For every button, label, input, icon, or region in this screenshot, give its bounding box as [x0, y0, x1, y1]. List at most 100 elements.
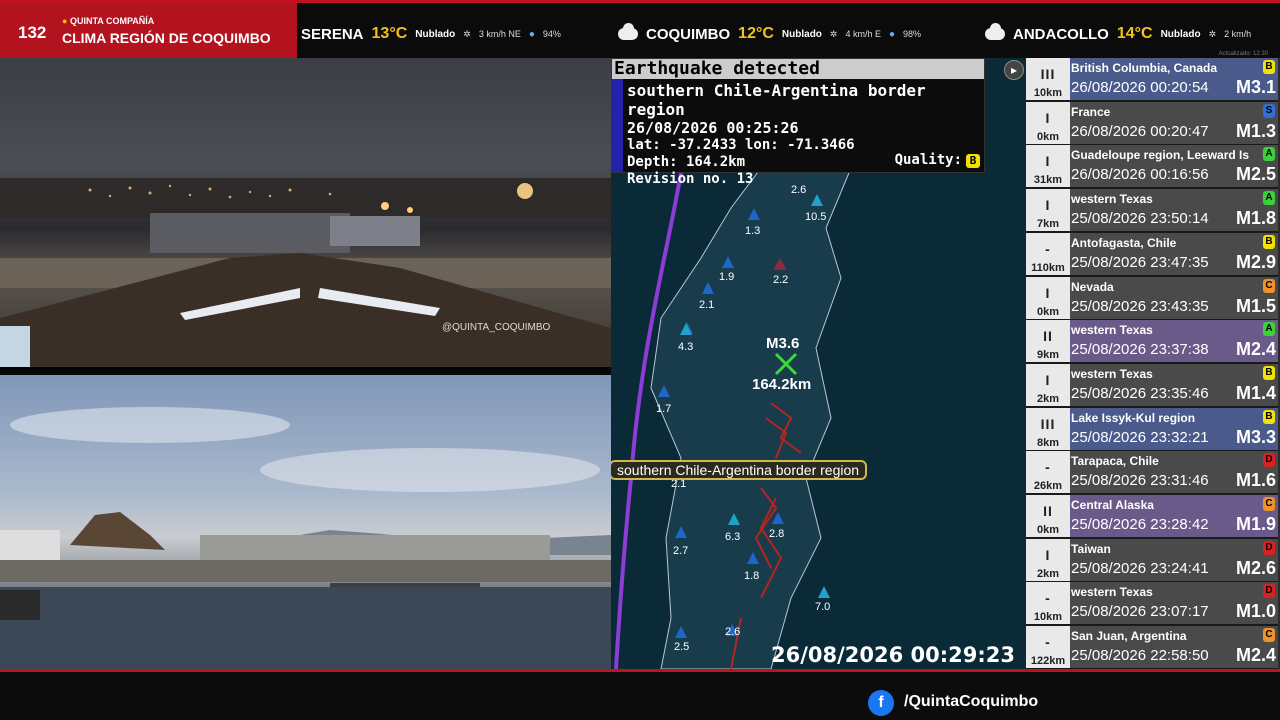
quake-magnitude: M1.9 [1235, 514, 1276, 534]
camera-feed-harbor [0, 375, 611, 669]
quake-place: Guadeloupe region, Leeward Isl... [1071, 148, 1249, 163]
intensity-level: I [1045, 284, 1051, 301]
quake-row[interactable]: I 2km western Texas 25/08/2026 23:35:46 M1.4… [1026, 363, 1278, 408]
intensity-box: I 0km [1026, 101, 1070, 144]
quake-magnitude: M1.6 [1235, 470, 1276, 491]
quake-row[interactable]: I 0km Nevada 25/08/2026 23:43:35 M1.5 C [1026, 276, 1278, 321]
brand-title: CLIMA REGIÓN DE COQUIMBO [62, 30, 271, 46]
city-temp: 13°C [371, 25, 408, 42]
quake-row[interactable]: I 2km Taiwan 25/08/2026 23:24:41 M2.6 D [1026, 538, 1278, 583]
quake-place: San Juan, Argentina [1071, 629, 1187, 644]
intensity-box: II 0km [1026, 495, 1070, 537]
quake-time: 25/08/2026 23:37:38 [1071, 341, 1209, 359]
cloud-icon [985, 23, 1005, 40]
quake-depth: 110km [1031, 261, 1065, 274]
quake-magnitude: M3.3 [1235, 426, 1276, 447]
alert-region: southern Chile-Argentina border region [627, 81, 926, 119]
station-label: 1.3 [745, 225, 761, 237]
quake-depth: 7km [1036, 218, 1060, 231]
updated-label: Actualizado: 12:30 [1218, 51, 1268, 57]
epicenter-magnitude: M3.6 [766, 335, 800, 352]
quake-depth: 31km [1033, 174, 1063, 187]
city-humidity: 98% [903, 29, 922, 39]
quake-magnitude: M2.4 [1235, 339, 1276, 360]
quake-row[interactable]: I 7km western Texas 25/08/2026 23:50:14 M1.8… [1026, 189, 1278, 234]
intensity-box: I 2km [1026, 538, 1070, 581]
station-label: 6.3 [725, 531, 741, 543]
intensity-box: - 26km [1026, 451, 1070, 494]
quake-magnitude: M2.4 [1235, 645, 1276, 666]
quality-badge: A [1263, 147, 1275, 162]
intensity-box: - 110km [1026, 232, 1070, 275]
quake-row[interactable]: I 31km Guadeloupe region, Leeward Isl... 26… [1026, 145, 1278, 190]
map-clock: 26/08/2026 00:29:23 [771, 643, 1016, 667]
weather-andacollo: ANDACOLLO 14°C Nublado ✲ 2 km/h [985, 22, 1251, 46]
top-bar: 132 ● QUINTA COMPAÑÍA CLIMA REGIÓN DE CO… [0, 0, 1280, 58]
quake-depth: 2km [1036, 392, 1060, 405]
brand-block: 132 ● QUINTA COMPAÑÍA CLIMA REGIÓN DE CO… [0, 3, 297, 58]
intensity-level: II [1043, 503, 1053, 519]
intensity-box: III 8km [1026, 407, 1070, 450]
city-temp: 14°C [1116, 25, 1153, 42]
alert-quality: Quality: B [895, 152, 980, 168]
station-label: 2.1 [699, 299, 715, 311]
quake-row[interactable]: - 122km San Juan, Argentina 25/08/2026 22:5… [1026, 626, 1278, 671]
alert-stripe [612, 79, 623, 172]
quake-time: 26/08/2026 00:20:47 [1071, 122, 1209, 140]
intensity-level: I [1045, 153, 1051, 170]
station-label: 1.7 [656, 403, 672, 415]
quake-magnitude: M2.9 [1235, 251, 1276, 272]
quake-depth: 26km [1033, 480, 1063, 493]
intensity-level: I [1045, 546, 1051, 563]
intensity-level: I [1045, 197, 1051, 214]
station-label: 2.7 [673, 545, 689, 557]
earthquake-map[interactable]: Earthquake detected southern Chile-Argen… [611, 58, 1026, 669]
quake-row[interactable]: III 10km British Columbia, Canada 26/08/202… [1026, 58, 1278, 102]
quake-row[interactable]: - 10km western Texas 25/08/2026 23:07:17 M1.… [1026, 582, 1278, 627]
quake-time: 25/08/2026 23:47:35 [1071, 253, 1209, 271]
city-condition: Nublado [415, 28, 456, 40]
social-handle: /QuintaCoquimbo [904, 693, 1039, 710]
quake-row[interactable]: - 110km Antofagasta, Chile 25/08/2026 23:47… [1026, 232, 1278, 277]
quake-place: France [1071, 104, 1111, 119]
station-label: 7.0 [815, 601, 831, 613]
station-label: 2.2 [773, 274, 789, 286]
station-label: 1.8 [744, 570, 760, 582]
quake-row[interactable]: II 0km Central Alaska 25/08/2026 23:28:42 M1… [1026, 495, 1278, 539]
quake-time: 25/08/2026 23:28:42 [1071, 516, 1209, 533]
night-scene-graphic [0, 178, 611, 367]
intensity-box: I 31km [1026, 145, 1070, 188]
intensity-box: I 0km [1026, 276, 1070, 319]
city-condition: Nublado [781, 28, 822, 40]
quake-row[interactable]: III 8km Lake Issyk-Kul region 25/08/2026 23… [1026, 407, 1278, 452]
city-name: SERENA [301, 25, 364, 43]
intensity-level: III [1040, 66, 1056, 82]
quake-row[interactable]: II 9km western Texas 25/08/2026 23:37:38 M2.… [1026, 320, 1278, 365]
quake-magnitude: M2.5 [1235, 164, 1276, 185]
quake-row[interactable]: - 26km Tarapaca, Chile 25/08/2026 23:31:46 M… [1026, 451, 1278, 496]
camera-feed-night: @QUINTA_COQUIMBO [0, 58, 611, 367]
quality-badge: B [1263, 409, 1275, 424]
weather-coquimbo: COQUIMBO 12°C Nublado ✲ 4 km/h E ● 98% [618, 22, 921, 46]
intensity-box: - 122km [1026, 626, 1070, 669]
humidity-icon: ● [528, 28, 535, 40]
quake-depth: 0km [1036, 524, 1060, 536]
quake-time: 25/08/2026 23:43:35 [1071, 297, 1209, 315]
wind-icon: ✲ [463, 28, 471, 39]
quality-badge: B [1263, 60, 1275, 74]
station-label: 2.8 [769, 528, 785, 540]
wind-icon: ✲ [1208, 28, 1217, 39]
quake-place: western Texas [1071, 323, 1153, 338]
play-icon[interactable]: ▸ [1004, 60, 1024, 80]
earthquake-list[interactable]: III 10km British Columbia, Canada 26/08/202… [1026, 58, 1280, 671]
quality-badge: B [1263, 234, 1275, 249]
region-label: southern Chile-Argentina border region [611, 460, 868, 480]
quake-row[interactable]: I 0km France 26/08/2026 00:20:47 M1.3 S [1026, 101, 1278, 146]
epicenter-depth: 164.2km [752, 376, 812, 393]
station-label: 2.6 [791, 184, 807, 196]
alert-header: Earthquake detected [612, 59, 984, 79]
city-condition: Nublado [1160, 28, 1201, 40]
quake-magnitude: M3.1 [1235, 77, 1276, 97]
quake-place: Nevada [1071, 279, 1114, 294]
intensity-level: I [1045, 371, 1051, 388]
